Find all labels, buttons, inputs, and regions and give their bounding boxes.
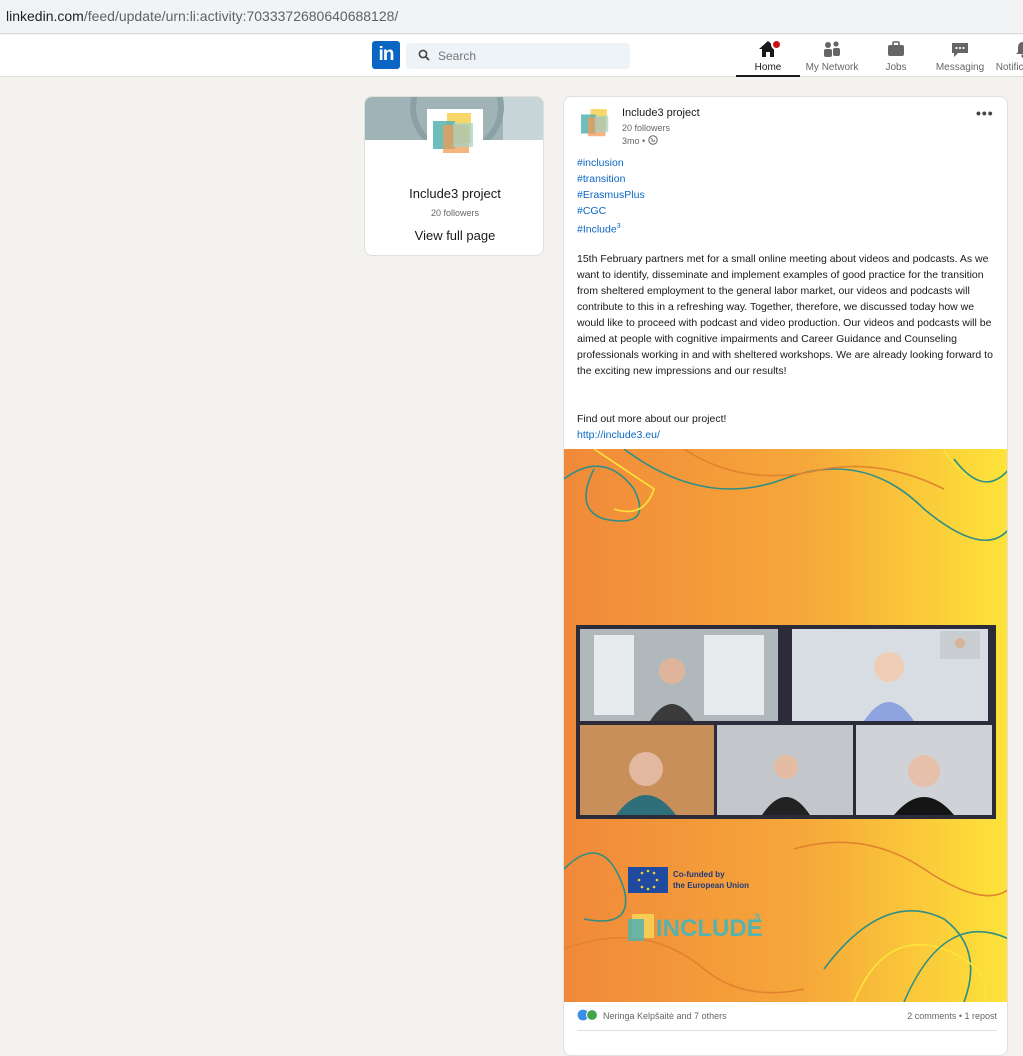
comments-summary[interactable]: 2 comments • 1 repost: [907, 1011, 997, 1021]
search-icon: [418, 49, 430, 61]
address-bar[interactable]: linkedin.com/feed/update/urn:li:activity…: [0, 0, 1023, 34]
nav-my-network-label: My Network: [805, 62, 859, 73]
nav-messaging[interactable]: Messaging: [928, 39, 992, 77]
post-time: 3mo •: [622, 135, 658, 146]
nav-home[interactable]: Home: [736, 39, 800, 77]
linkedin-logo-icon[interactable]: in: [372, 41, 400, 69]
briefcase-icon: [888, 41, 904, 56]
url-path: /feed/update/urn:li:activity:70333726806…: [83, 8, 399, 24]
hashtag-list: #inclusion #transition #ErasmusPlus #CGC…: [577, 155, 645, 238]
include-brand-sup: 3: [754, 912, 760, 924]
hashtag-superscript: 3: [616, 223, 621, 230]
reactions-summary[interactable]: Neringa Kelpšaitė and 7 others: [603, 1011, 727, 1021]
post-link[interactable]: http://include3.eu/: [577, 427, 660, 443]
nav-home-label: Home: [754, 62, 782, 73]
nav-notifications[interactable]: Notifications: [992, 39, 1023, 77]
url-domain: linkedin.com: [6, 8, 84, 24]
hashtag-text: #Include: [577, 223, 617, 236]
eu-line-1: Co-funded by: [673, 870, 725, 879]
hashtag[interactable]: #inclusion: [577, 155, 645, 171]
like-celebrate-icon: [577, 1009, 598, 1021]
company-name[interactable]: Include3 project: [365, 186, 543, 201]
hashtag[interactable]: #ErasmusPlus: [577, 187, 645, 203]
include-brand: INCLUDE: [656, 915, 763, 942]
post-image[interactable]: Co-funded by the European Union INCLUDE …: [564, 449, 1007, 1002]
network-icon: [824, 41, 840, 57]
view-full-page-link[interactable]: View full page: [365, 228, 543, 243]
notification-badge: [771, 39, 782, 50]
post-cta: Find out more about our project!: [577, 413, 727, 425]
more-options-icon[interactable]: •••: [976, 105, 994, 121]
meeting-image: Co-funded by the European Union INCLUDE …: [564, 449, 1007, 1002]
nav-notifications-label: Notifications: [995, 62, 1023, 73]
globe-icon: [647, 135, 658, 145]
company-logo[interactable]: [427, 109, 483, 161]
author-avatar[interactable]: [577, 106, 615, 142]
search-box[interactable]: [406, 43, 630, 69]
hashtag[interactable]: #CGC: [577, 203, 645, 219]
post-author[interactable]: Include3 project: [622, 107, 700, 119]
company-followers: 20 followers: [430, 208, 480, 218]
company-card: Include3 project 20 followers View full …: [364, 96, 544, 256]
hashtag-include[interactable]: #Include3: [577, 219, 645, 238]
nav-my-network[interactable]: My Network: [800, 39, 864, 77]
search-input[interactable]: [438, 43, 623, 69]
nav-jobs[interactable]: Jobs: [864, 39, 928, 77]
nav-messaging-label: Messaging: [935, 62, 985, 73]
eu-line-2: the European Union: [673, 881, 749, 890]
post-time-text: 3mo •: [622, 136, 646, 146]
hashtag[interactable]: #transition: [577, 171, 645, 187]
feed-post: Include3 project 20 followers 3mo • ••• …: [563, 96, 1008, 1056]
post-author-followers: 20 followers: [622, 123, 671, 133]
cube-logo-icon: [581, 109, 609, 137]
messaging-icon: [952, 43, 968, 57]
post-body: 15th February partners met for a small o…: [577, 253, 993, 377]
footer-divider: [577, 1030, 997, 1031]
cube-logo-icon: [433, 113, 473, 153]
nav-jobs-label: Jobs: [885, 62, 907, 73]
top-nav: in Home My Network Jobs Messaging Notifi…: [0, 35, 1023, 77]
reaction-icons[interactable]: [577, 1009, 601, 1023]
bell-icon: [1016, 42, 1023, 58]
